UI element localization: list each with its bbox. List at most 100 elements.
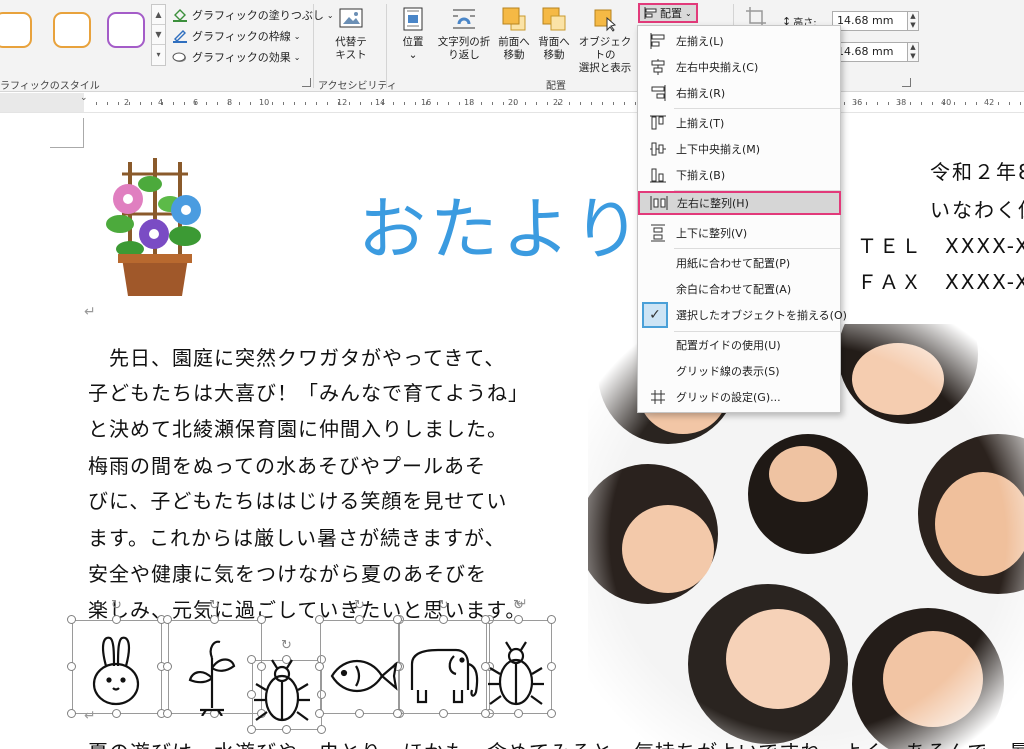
- resize-handle[interactable]: [67, 615, 76, 624]
- body-line-bottom: 夏の遊びは 水遊びや 虫とり・ほかも 含めてみると 気持ちがよいですね よく あ…: [88, 736, 1024, 749]
- ruler-tick: [151, 102, 152, 105]
- resize-handle[interactable]: [547, 615, 556, 624]
- graphic-fill-label: グラフィックの塗りつぶし: [192, 9, 324, 22]
- rotate-handle-icon[interactable]: ↻: [281, 638, 292, 653]
- wrap-text-button[interactable]: 文字列の折 り返し: [434, 6, 494, 62]
- menu-item-distribute-vertical[interactable]: 上下に整列(V): [639, 221, 840, 245]
- ruler-tick: [415, 102, 416, 105]
- menu-item-grid-settings[interactable]: グリッドの設定(G)...: [639, 385, 840, 409]
- menu-item-label: 上下中央揃え(M): [676, 143, 761, 156]
- menu-item-align-to-margin[interactable]: 余白に合わせて配置(A): [639, 277, 840, 301]
- beetle-icon[interactable]: [484, 636, 548, 716]
- height-input[interactable]: 14.68 mm: [832, 11, 908, 31]
- alt-text-button[interactable]: 代替テ キスト: [330, 6, 372, 62]
- rotate-handle-icon[interactable]: ↻: [513, 598, 524, 613]
- width-spinner[interactable]: ▲ ▼: [907, 42, 919, 62]
- ruler-label: 38: [896, 98, 907, 107]
- rotate-handle-icon[interactable]: ↻: [111, 598, 122, 613]
- shape-style-swatch-1[interactable]: [0, 12, 32, 48]
- dialog-launcher-icon[interactable]: [302, 78, 311, 87]
- resize-handle[interactable]: [317, 725, 326, 734]
- indent-marker-icon[interactable]: ⌄: [80, 93, 88, 103]
- menu-item-view-gridlines[interactable]: グリッド線の表示(S): [639, 359, 840, 383]
- resize-handle[interactable]: [67, 709, 76, 718]
- position-button[interactable]: 位置 ⌄: [393, 6, 433, 62]
- graphic-effects-button[interactable]: グラフィックの効果 ⌄: [172, 48, 300, 66]
- fish-icon[interactable]: [322, 646, 402, 706]
- resize-handle[interactable]: [547, 709, 556, 718]
- resize-handle[interactable]: [315, 709, 324, 718]
- wrap-text-label-2: り返し: [448, 49, 480, 61]
- resize-handle[interactable]: [355, 615, 364, 624]
- resize-handle[interactable]: [163, 709, 172, 718]
- ruler-tick: [492, 102, 493, 105]
- shape-style-swatch-2[interactable]: [53, 12, 91, 48]
- elephant-icon[interactable]: [398, 640, 488, 710]
- ruler-tick: [448, 102, 449, 105]
- resize-handle[interactable]: [514, 615, 523, 624]
- graphic-outline-button[interactable]: グラフィックの枠線 ⌄: [172, 27, 300, 45]
- height-spinner[interactable]: ▲ ▼: [907, 11, 919, 31]
- resize-handle[interactable]: [439, 615, 448, 624]
- menu-item-align-middle[interactable]: 上下中央揃え(M): [639, 137, 840, 161]
- resize-handle[interactable]: [393, 615, 402, 624]
- gallery-more-icon[interactable]: ▾: [152, 45, 165, 65]
- menu-item-align-right[interactable]: 右揃え(R): [639, 81, 840, 105]
- shape-style-swatch-3[interactable]: [107, 12, 145, 48]
- chevron-down-icon: ⌄: [408, 49, 418, 61]
- ruler-tick: [921, 102, 922, 105]
- graphic-fill-button[interactable]: グラフィックの塗りつぶし ⌄: [172, 6, 334, 24]
- send-backward-button[interactable]: 背面へ 移動: [534, 6, 574, 62]
- resize-handle[interactable]: [315, 615, 324, 624]
- rotate-handle-icon[interactable]: ↻: [354, 598, 365, 613]
- resize-handle[interactable]: [393, 709, 402, 718]
- rabbit-icon[interactable]: [74, 634, 160, 710]
- width-input[interactable]: 14.68 mm: [832, 42, 908, 62]
- resize-handle[interactable]: [439, 709, 448, 718]
- plant-icon[interactable]: [172, 628, 256, 717]
- ruler-tick: [932, 102, 933, 105]
- style-gallery-scroll[interactable]: ▲ ▼ ▾: [151, 4, 166, 66]
- body-line: 梅雨の間をぬっての水あそびやプールあそ: [88, 454, 486, 478]
- bring-forward-button[interactable]: 前面へ 移動: [494, 6, 534, 62]
- align-top-icon: [649, 114, 667, 132]
- scroll-up-icon[interactable]: ▲: [152, 5, 165, 25]
- morning-glory-illustration[interactable]: [100, 154, 210, 298]
- menu-item-align-selected-objects[interactable]: 選択したオブジェクトを揃える(O): [639, 303, 847, 327]
- horizontal-ruler[interactable]: ⌄ 2 4 6 8 10 12 14 16 18 20 22 36 38 40 …: [0, 93, 1024, 113]
- menu-item-use-alignment-guides[interactable]: 配置ガイドの使用(U): [639, 333, 840, 357]
- menu-item-align-top[interactable]: 上揃え(T): [639, 111, 840, 135]
- rotate-handle-icon[interactable]: ↻: [209, 598, 220, 613]
- ruler-tick: [635, 102, 636, 105]
- ruler-label: 42: [984, 98, 995, 107]
- menu-item-label: グリッド線の表示(S): [676, 365, 780, 378]
- resize-handle[interactable]: [112, 615, 121, 624]
- menu-item-align-center[interactable]: 左右中央揃え(C): [639, 55, 840, 79]
- resize-handle[interactable]: [210, 615, 219, 624]
- scroll-down-icon[interactable]: ▼: [152, 25, 165, 45]
- selection-pane-button[interactable]: オブジェクトの 選択と表示: [574, 6, 636, 75]
- align-button[interactable]: 配置 ⌄: [638, 3, 698, 23]
- resize-handle[interactable]: [112, 709, 121, 718]
- dialog-launcher-icon[interactable]: [902, 78, 911, 87]
- beetle-icon[interactable]: [250, 654, 314, 734]
- distribute-horizontal-icon: [650, 194, 668, 212]
- rotate-handle-icon[interactable]: ↻: [438, 598, 449, 613]
- ruler-tick: [305, 102, 306, 105]
- menu-item-align-to-page[interactable]: 用紙に合わせて配置(P): [639, 251, 840, 275]
- resize-handle[interactable]: [163, 662, 172, 671]
- resize-handle[interactable]: [257, 615, 266, 624]
- menu-item-blank-icon: [649, 254, 667, 272]
- menu-item-align-left[interactable]: 左揃え(L): [639, 29, 840, 53]
- menu-item-label: 左右に整列(H): [677, 197, 749, 210]
- send-backward-label-2: 移動: [543, 49, 565, 61]
- grid-icon: [649, 388, 667, 406]
- document-page[interactable]: ↵ おたより 令和２年8 いなわく保 ＴＥＬ XXXX-X ＦＡＸ XXXX-X: [0, 114, 1024, 749]
- body-line: 先日、園庭に突然クワガタがやってきて、: [88, 346, 506, 370]
- resize-handle[interactable]: [355, 709, 364, 718]
- resize-handle[interactable]: [547, 662, 556, 671]
- menu-item-align-bottom[interactable]: 下揃え(B): [639, 163, 840, 187]
- menu-item-distribute-horizontal[interactable]: 左右に整列(H): [638, 191, 841, 215]
- resize-handle[interactable]: [163, 615, 172, 624]
- resize-handle[interactable]: [481, 615, 490, 624]
